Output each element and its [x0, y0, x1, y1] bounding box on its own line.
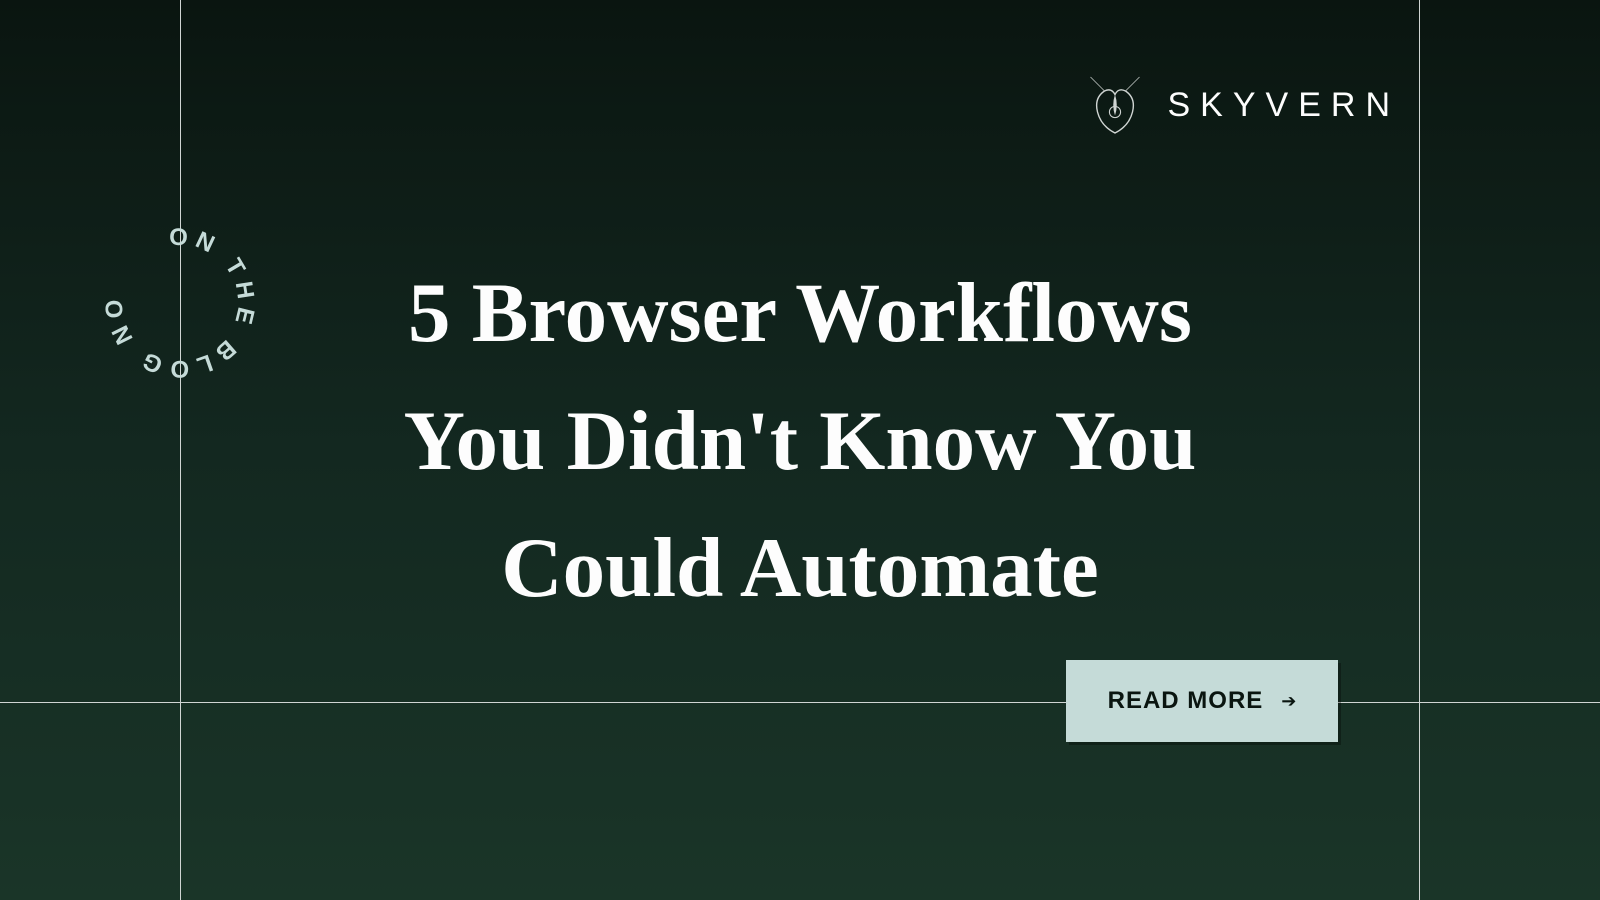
decorative-line-left	[180, 0, 181, 900]
decorative-line-right	[1419, 0, 1420, 900]
read-more-label: READ MORE	[1108, 687, 1264, 715]
decorative-line-horizontal	[0, 702, 1600, 703]
arrow-right-icon: ➔	[1281, 691, 1296, 712]
brand-name: SKYVERN	[1168, 86, 1401, 125]
svg-text:ON THE BLOG NOW: ON THE BLOG NOW	[95, 218, 260, 383]
brand-logo: SKYVERN	[1080, 70, 1401, 140]
read-more-button[interactable]: READ MORE ➔	[1066, 660, 1338, 742]
dragon-icon	[1080, 70, 1150, 140]
blog-badge: ON THE BLOG NOW	[95, 218, 265, 388]
page-title: 5 Browser Workflows You Didn't Know You …	[340, 250, 1260, 633]
